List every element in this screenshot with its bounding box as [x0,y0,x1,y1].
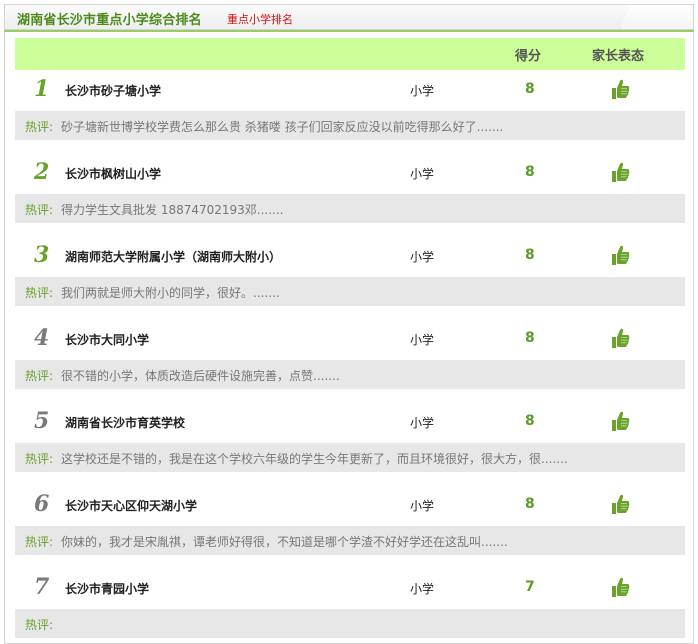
ranking-row: 4 长沙市大同小学 小学 8 [15,319,685,360]
rank-number: 2 [34,159,50,185]
hot-comment-label: 热评: [25,120,54,134]
school-type: 小学 [410,333,435,347]
hot-comment: 热评: 我们两就是师大附小的同学，很好。....... [15,277,685,306]
score-value: 8 [525,81,535,97]
title-tab-edge [620,5,693,29]
hot-comment: 热评: [15,609,685,638]
ranking-row: 1 长沙市砂子塘小学 小学 8 [15,70,685,111]
title-divider [4,30,694,32]
hot-comment-text[interactable]: 很不错的小学，体质改造后硬件设施完善，点赞....... [61,367,340,384]
ranking-row: 6 长沙市天心区仰天湖小学 小学 8 [15,485,685,526]
ranking-row: 5 湖南省长沙市育英学校 小学 8 [15,402,685,443]
hot-comment-label: 热评: [25,286,54,300]
school-name-link[interactable]: 长沙市砂子塘小学 [65,82,161,99]
school-name-link[interactable]: 湖南省长沙市育英学校 [65,414,185,431]
school-name-link[interactable]: 长沙市天心区仰天湖小学 [65,497,197,514]
school-type: 小学 [410,582,435,596]
hot-comment: 热评: 很不错的小学，体质改造后硬件设施完善，点赞....... [15,360,685,389]
thumbs-up-icon[interactable] [610,493,630,515]
hot-comment-text[interactable]: 得力学生文具批发 18874702193邓....... [61,201,284,218]
score-value: 7 [525,579,535,595]
rank-number: 6 [34,491,50,517]
thumbs-up-icon[interactable] [610,244,630,266]
score-value: 8 [525,164,535,180]
thumbs-up-icon[interactable] [610,327,630,349]
school-name-link[interactable]: 长沙市枫树山小学 [65,165,161,182]
school-type: 小学 [410,167,435,181]
title-bar: 湖南省长沙市重点小学综合排名 重点小学排名 [4,4,694,30]
score-column-header: 得分 [515,49,542,64]
hot-comment-text[interactable]: 我们两就是师大附小的同学，很好。....... [61,284,280,301]
hot-comment: 热评: 砂子塘新世博学校学费怎么那么贵 杀猪喽 孩子们回家反应没以前吃得那么好了.… [15,111,685,140]
school-name-link[interactable]: 长沙市大同小学 [65,331,149,348]
ranking-row: 2 长沙市枫树山小学 小学 8 [15,153,685,194]
rank-number: 1 [34,76,50,102]
rank-number: 3 [34,242,50,268]
page-subtitle[interactable]: 重点小学排名 [227,11,293,27]
attitude-column-header: 家长表态 [592,49,645,64]
hot-comment: 热评: 这学校还是不错的，我是在这个学校六年级的学生今年更新了，而且环境很好，很大… [15,443,685,472]
school-name-link[interactable]: 湖南师范大学附属小学（湖南师大附小） [65,248,281,265]
thumbs-up-icon[interactable] [610,576,630,598]
hot-comment-label: 热评: [25,369,54,383]
score-value: 8 [525,330,535,346]
thumbs-up-icon[interactable] [610,161,630,183]
school-type: 小学 [410,499,435,513]
score-value: 8 [525,247,535,263]
column-header: 得分 家长表态 [15,38,685,70]
thumbs-up-icon[interactable] [610,410,630,432]
school-type: 小学 [410,250,435,264]
school-name-link[interactable]: 长沙市青园小学 [65,580,149,597]
hot-comment-label: 热评: [25,203,54,217]
score-value: 8 [525,496,535,512]
rank-number: 7 [34,574,50,600]
ranking-row: 3 湖南师范大学附属小学（湖南师大附小） 小学 8 [15,236,685,277]
hot-comment: 热评: 得力学生文具批发 18874702193邓....... [15,194,685,223]
school-type: 小学 [410,416,435,430]
score-value: 8 [525,413,535,429]
hot-comment-label: 热评: [25,618,54,632]
hot-comment-text[interactable]: 砂子塘新世博学校学费怎么那么贵 杀猪喽 孩子们回家反应没以前吃得那么好了....… [61,118,503,135]
rank-number: 5 [34,408,50,434]
hot-comment-text[interactable]: 这学校还是不错的，我是在这个学校六年级的学生今年更新了，而且环境很好，很大方，很… [61,450,568,467]
page-title: 湖南省长沙市重点小学综合排名 [17,13,202,28]
hot-comment-text[interactable]: 你妹的，我才是宋胤祺，谭老师好得很，不知道是哪个学渣不好好学还在这乱叫.....… [61,533,508,550]
rank-number: 4 [34,325,50,351]
thumbs-up-icon[interactable] [610,78,630,100]
school-type: 小学 [410,84,435,98]
ranking-row: 7 长沙市青园小学 小学 7 [15,568,685,609]
hot-comment-label: 热评: [25,452,54,466]
hot-comment-label: 热评: [25,535,54,549]
hot-comment: 热评: 你妹的，我才是宋胤祺，谭老师好得很，不知道是哪个学渣不好好学还在这乱叫..… [15,526,685,555]
